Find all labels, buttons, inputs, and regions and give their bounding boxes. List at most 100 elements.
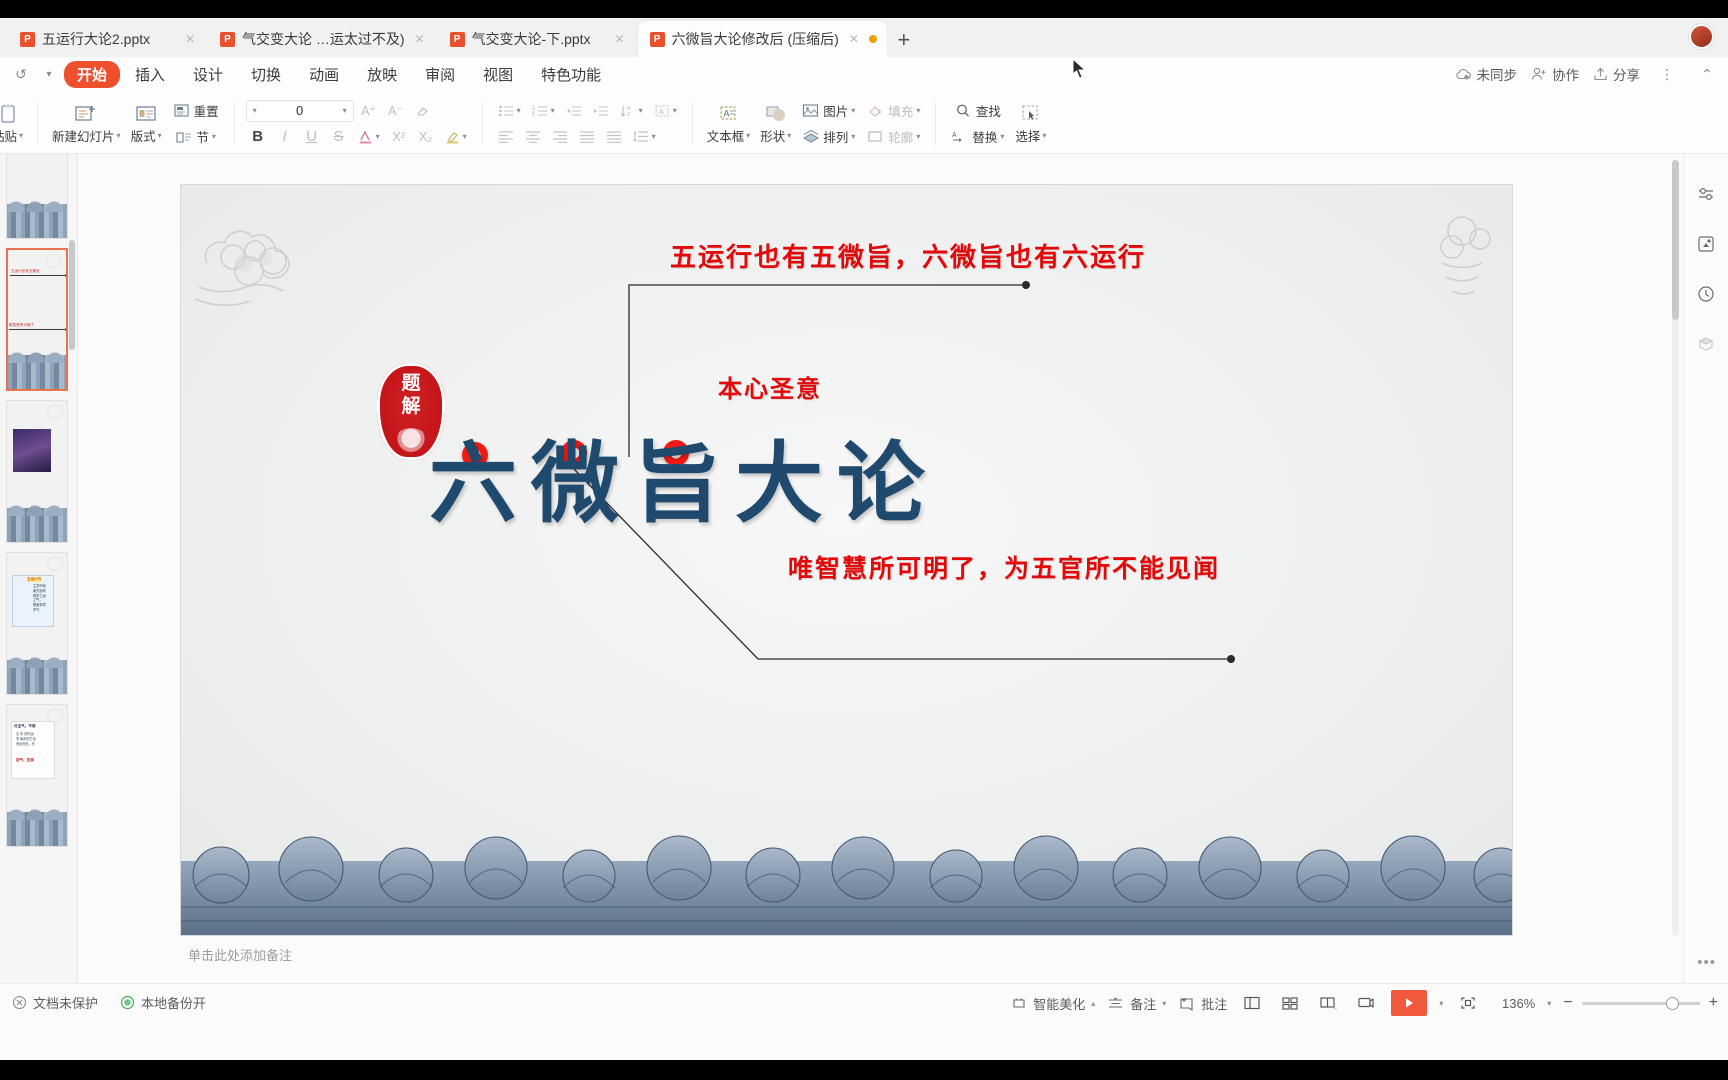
- increase-font-size-button[interactable]: A⁺: [357, 99, 381, 123]
- reading-view-button[interactable]: [1315, 990, 1341, 1016]
- decrease-indent-button[interactable]: [562, 99, 586, 123]
- justify-button[interactable]: [575, 125, 599, 149]
- slide-title-text[interactable]: 六微旨大论: [429, 413, 939, 540]
- normal-view-button[interactable]: [1239, 990, 1265, 1016]
- slide-thumbnail-pane[interactable]: 五运行也有五微旨 唯智慧所可明了 五运六气 主岁时地 病方影响 得岁之运 之气， 物食事…: [0, 154, 78, 983]
- rail-more-icon[interactable]: •••: [1697, 954, 1716, 971]
- chevron-up-icon[interactable]: ▴: [1091, 999, 1095, 1008]
- document-protection-status[interactable]: 文档未保护: [12, 993, 98, 1012]
- menu-tab-animation[interactable]: 动画: [296, 61, 352, 88]
- zoom-out-button[interactable]: −: [1563, 995, 1572, 1011]
- chevron-down-icon[interactable]: ▾: [36, 61, 62, 87]
- reset-button[interactable]: 重置: [169, 99, 223, 123]
- slide-thumbnail-5[interactable]: 分主气，不用 文 年 成时运导 每年的方法 有出而长，作 初气、在泉: [6, 704, 68, 847]
- document-tab-3[interactable]: P 气交变大论-下.pptx ✕: [438, 21, 638, 57]
- numbered-list-button[interactable]: 1 2 3 ▾: [528, 99, 559, 123]
- decrease-font-size-button[interactable]: A⁻: [384, 99, 408, 123]
- new-slide-button[interactable]: 新建幻灯片 ▾: [47, 94, 126, 153]
- menu-tab-slideshow[interactable]: 放映: [354, 61, 410, 88]
- annotation-middle[interactable]: 本心圣意: [718, 369, 822, 404]
- zoom-in-button[interactable]: +: [1709, 995, 1718, 1011]
- close-icon[interactable]: ✕: [412, 31, 428, 47]
- fill-button[interactable]: 填充 ▾: [863, 99, 924, 123]
- menu-tab-view[interactable]: 视图: [470, 61, 526, 88]
- zoom-track[interactable]: [1581, 996, 1700, 1010]
- arrange-button[interactable]: 排列 ▾: [798, 125, 859, 149]
- share-button[interactable]: 分享: [1593, 64, 1640, 84]
- collapse-ribbon-icon[interactable]: ⌃: [1694, 61, 1720, 87]
- menu-tab-home[interactable]: 开始: [64, 60, 121, 88]
- font-color-button[interactable]: ▾: [354, 125, 384, 149]
- resources-box-icon[interactable]: [1692, 330, 1720, 358]
- textbox-button[interactable]: A 文本框 ▾: [702, 94, 756, 153]
- underline-button[interactable]: U: [300, 125, 324, 149]
- highlight-button[interactable]: ▾: [441, 125, 471, 149]
- more-options-icon[interactable]: ⋮: [1654, 61, 1680, 87]
- strikethrough-button[interactable]: S: [327, 125, 351, 149]
- slide-sorter-button[interactable]: [1277, 990, 1303, 1016]
- close-icon[interactable]: ✕: [612, 31, 628, 47]
- smart-beautify-button[interactable]: 智能美化 ▴: [1011, 994, 1095, 1013]
- history-clock-icon[interactable]: [1692, 280, 1720, 308]
- paste-button[interactable]: 粘贴▾: [0, 94, 28, 153]
- chevron-down-icon[interactable]: ▾: [343, 106, 347, 115]
- select-button[interactable]: 选择 ▾: [1010, 94, 1051, 153]
- annotation-top[interactable]: 五运行也有五微旨，六微旨也有六运行: [670, 237, 1146, 274]
- bullet-list-button[interactable]: ▾: [494, 99, 525, 123]
- align-center-button[interactable]: [521, 125, 545, 149]
- presenter-view-button[interactable]: [1353, 990, 1379, 1016]
- menu-tab-transition[interactable]: 切换: [238, 61, 294, 88]
- notes-area[interactable]: 单击此处添加备注: [78, 937, 1683, 983]
- collaborate-button[interactable]: 协作: [1531, 64, 1579, 84]
- clear-format-button[interactable]: [411, 99, 435, 123]
- fit-to-window-button[interactable]: [1455, 990, 1481, 1016]
- text-direction-button[interactable]: A ▾: [650, 99, 681, 123]
- distribute-button[interactable]: [602, 125, 626, 149]
- menu-tab-design[interactable]: 设计: [180, 61, 236, 88]
- increase-indent-button[interactable]: [589, 99, 613, 123]
- document-tab-2[interactable]: P 气交变大论 …运太过不及) ✕: [208, 21, 438, 57]
- slide-canvas[interactable]: 题 解 六微旨大论 五运行也有五微旨，六微旨也有六运行 本心圣意 唯智慧所可明了…: [181, 185, 1512, 935]
- replace-button[interactable]: A 替换 ▾: [947, 125, 1008, 149]
- menu-tab-review[interactable]: 审阅: [412, 61, 468, 88]
- user-avatar[interactable]: [1689, 24, 1714, 49]
- sync-status-button[interactable]: 未同步: [1455, 64, 1517, 84]
- menu-tab-insert[interactable]: 插入: [122, 61, 178, 88]
- section-button[interactable]: 节 ▾: [169, 125, 223, 149]
- line-spacing-button[interactable]: ▾: [629, 125, 660, 149]
- annotation-bottom[interactable]: 唯智慧所可明了，为五官所不能见闻: [788, 549, 1220, 585]
- comment-button[interactable]: 批注: [1178, 994, 1227, 1013]
- zoom-options-chevron[interactable]: ▾: [1547, 999, 1551, 1008]
- outline-button[interactable]: 轮廓 ▾: [863, 125, 924, 149]
- document-tab-4-active[interactable]: P 六微旨大论修改后 (压缩后) ✕: [637, 21, 887, 57]
- sort-button[interactable]: A Z ▾: [616, 99, 647, 123]
- layout-button[interactable]: 版式 ▾: [126, 94, 167, 153]
- align-left-button[interactable]: [494, 125, 518, 149]
- subscript-button[interactable]: X₂: [414, 125, 438, 149]
- shape-button[interactable]: 形状 ▾: [755, 94, 796, 153]
- zoom-slider[interactable]: − +: [1563, 995, 1718, 1011]
- zoom-knob[interactable]: [1665, 996, 1679, 1010]
- bold-button[interactable]: B: [246, 125, 270, 149]
- thumbnail-scrollbar[interactable]: [69, 240, 75, 350]
- slide-thumbnail-1[interactable]: [6, 154, 68, 239]
- start-slideshow-button[interactable]: [1391, 990, 1428, 1016]
- slide-thumbnail-4[interactable]: 五运六气 主岁时地 病方影响 得岁之运 之气， 物食事项 岁气: [6, 552, 68, 695]
- settings-sliders-icon[interactable]: [1692, 180, 1720, 208]
- notes-toggle-button[interactable]: 备注 ▾: [1107, 994, 1166, 1013]
- document-tab-1[interactable]: P 五运行大论2.pptx ✕: [8, 21, 208, 57]
- scrollbar-thumb[interactable]: [1672, 160, 1679, 320]
- align-right-button[interactable]: [548, 125, 572, 149]
- chevron-down-icon[interactable]: ▾: [253, 106, 257, 115]
- close-icon[interactable]: ✕: [182, 31, 198, 47]
- slide-thumbnail-2[interactable]: 五运行也有五微旨 唯智慧所可明了: [6, 248, 68, 391]
- new-tab-button[interactable]: +: [887, 23, 921, 57]
- design-ideas-icon[interactable]: [1692, 230, 1720, 258]
- chevron-down-icon[interactable]: ▾: [1162, 999, 1166, 1008]
- undo-icon[interactable]: ↺: [8, 61, 34, 87]
- superscript-button[interactable]: X²: [387, 125, 411, 149]
- local-backup-status[interactable]: 本地备份开: [120, 993, 206, 1012]
- font-size-input[interactable]: ▾ 0 ▾: [245, 99, 354, 122]
- find-button[interactable]: 查找: [947, 99, 1008, 123]
- slide-thumbnail-3[interactable]: [6, 400, 68, 543]
